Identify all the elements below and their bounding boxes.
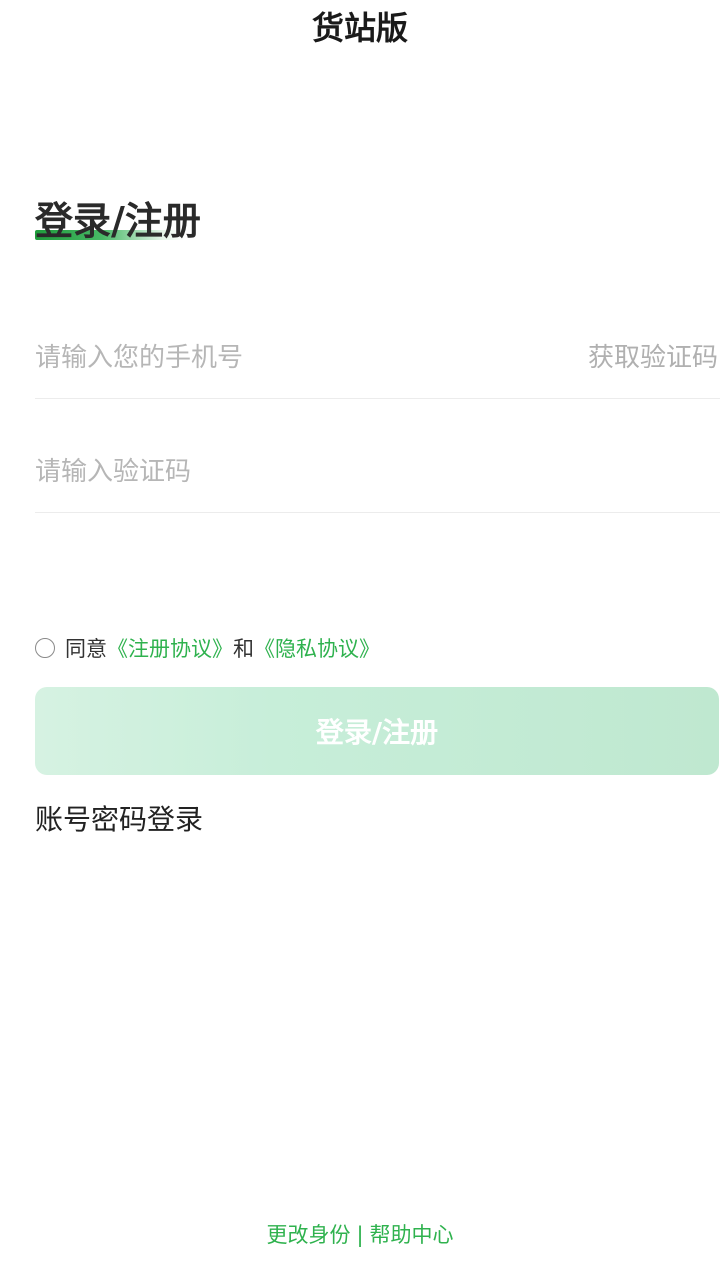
and-text: 和 — [233, 637, 254, 661]
phone-field-row: 获取验证码 — [35, 326, 720, 399]
verification-code-input[interactable] — [35, 450, 515, 494]
agreement-row: 同意 《注册协议》 和 《隐私协议》 — [35, 632, 380, 664]
register-agreement-link[interactable]: 《注册协议》 — [107, 633, 233, 663]
login-heading: 登录/注册 — [35, 199, 201, 243]
code-field-row — [35, 440, 720, 513]
login-register-button[interactable]: 登录/注册 — [35, 687, 719, 775]
phone-input[interactable] — [35, 336, 515, 380]
get-code-button[interactable]: 获取验证码 — [588, 338, 718, 378]
privacy-agreement-link[interactable]: 《隐私协议》 — [254, 633, 380, 663]
agree-radio[interactable] — [35, 638, 55, 658]
help-center-link[interactable]: 帮助中心 — [370, 1223, 454, 1247]
footer-separator: | — [356, 1223, 364, 1247]
password-login-link[interactable]: 账号密码登录 — [35, 798, 203, 842]
agree-prefix-text: 同意 — [65, 637, 107, 661]
change-identity-link[interactable]: 更改身份 — [266, 1223, 350, 1247]
login-heading-block: 登录/注册 — [35, 196, 255, 252]
app-title: 货站版 — [311, 9, 408, 47]
footer-links: 更改身份 | 帮助中心 — [0, 1218, 720, 1252]
